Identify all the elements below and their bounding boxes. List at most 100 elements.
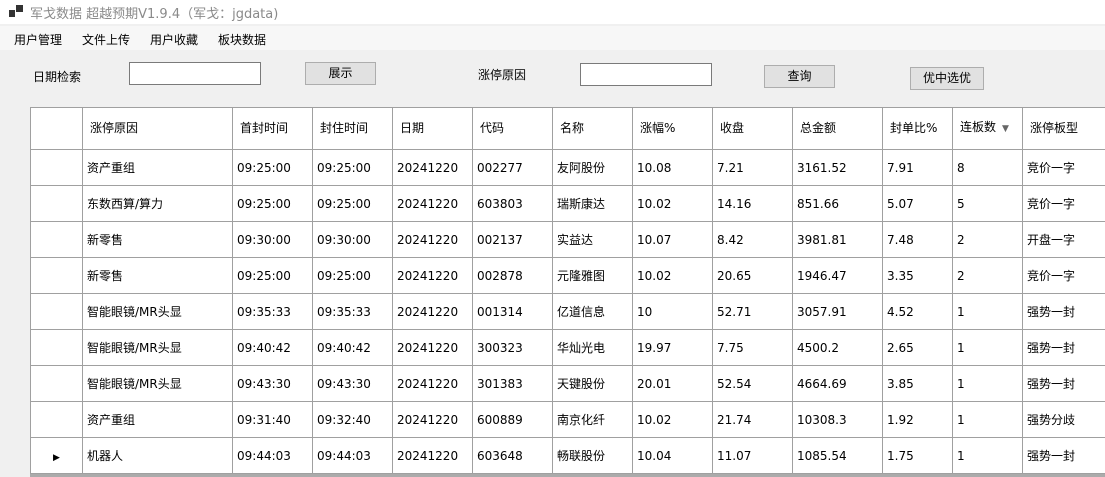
column-header-consecutive[interactable]: 连板数 ▼ xyxy=(952,107,1023,150)
column-header-date[interactable]: 日期 xyxy=(392,107,473,150)
cell-close[interactable]: 14.16 xyxy=(712,185,793,222)
cell-name[interactable]: 友阿股份 xyxy=(552,149,633,186)
cell-date[interactable]: 20241220 xyxy=(392,401,473,438)
cell-close[interactable]: 11.07 xyxy=(712,437,793,474)
cell-seal-ratio[interactable]: 1.75 xyxy=(882,437,953,474)
cell-first-seal-time[interactable]: 09:40:42 xyxy=(232,329,313,366)
table-row[interactable]: 新零售 09:25:00 09:25:00 20241220 002878 元隆雅图 10.… xyxy=(30,257,1105,294)
cell-seal-time[interactable]: 09:32:40 xyxy=(312,401,393,438)
reason-input[interactable] xyxy=(580,63,712,86)
cell-close[interactable]: 52.54 xyxy=(712,365,793,402)
cell-date[interactable]: 20241220 xyxy=(392,149,473,186)
cell-first-seal-time[interactable]: 09:43:30 xyxy=(232,365,313,402)
menu-user-management[interactable]: 用户管理 xyxy=(14,31,62,48)
cell-first-seal-time[interactable]: 09:30:00 xyxy=(232,221,313,258)
cell-reason[interactable]: 智能眼镜/MR头显 xyxy=(82,293,233,330)
cell-total-amount[interactable]: 3161.52 xyxy=(792,149,883,186)
cell-seal-ratio[interactable]: 2.65 xyxy=(882,329,953,366)
cell-first-seal-time[interactable]: 09:35:33 xyxy=(232,293,313,330)
cell-close[interactable]: 52.71 xyxy=(712,293,793,330)
cell-board-type[interactable]: 竞价一字 xyxy=(1022,149,1105,186)
table-row[interactable]: 智能眼镜/MR头显 09:40:42 09:40:42 20241220 300323 华… xyxy=(30,329,1105,366)
cell-code[interactable]: 603648 xyxy=(472,437,553,474)
cell-first-seal-time[interactable]: 09:25:00 xyxy=(232,149,313,186)
cell-date[interactable]: 20241220 xyxy=(392,365,473,402)
row-header[interactable] xyxy=(30,149,83,186)
cell-consecutive[interactable]: 5 xyxy=(952,185,1023,222)
cell-reason[interactable]: 智能眼镜/MR头显 xyxy=(82,365,233,402)
cell-code[interactable]: 001314 xyxy=(472,293,553,330)
cell-reason[interactable]: 智能眼镜/MR头显 xyxy=(82,329,233,366)
table-row[interactable]: 智能眼镜/MR头显 09:43:30 09:43:30 20241220 301383 天… xyxy=(30,365,1105,402)
cell-name[interactable]: 天键股份 xyxy=(552,365,633,402)
cell-board-type[interactable]: 强势分歧 xyxy=(1022,401,1105,438)
select-best-button[interactable]: 优中选优 xyxy=(910,67,984,90)
cell-consecutive[interactable]: 8 xyxy=(952,149,1023,186)
cell-seal-time[interactable]: 09:25:00 xyxy=(312,149,393,186)
cell-total-amount[interactable]: 1085.54 xyxy=(792,437,883,474)
column-header-board-type[interactable]: 涨停板型 xyxy=(1022,107,1105,150)
cell-consecutive[interactable]: 1 xyxy=(952,329,1023,366)
cell-change-pct[interactable]: 10.04 xyxy=(632,437,713,474)
cell-seal-ratio[interactable]: 5.07 xyxy=(882,185,953,222)
column-header-code[interactable]: 代码 xyxy=(472,107,553,150)
cell-date[interactable]: 20241220 xyxy=(392,221,473,258)
cell-consecutive[interactable]: 1 xyxy=(952,365,1023,402)
cell-date[interactable]: 20241220 xyxy=(392,185,473,222)
cell-consecutive[interactable]: 1 xyxy=(952,437,1023,474)
cell-total-amount[interactable]: 851.66 xyxy=(792,185,883,222)
column-header-reason[interactable]: 涨停原因 xyxy=(82,107,233,150)
cell-consecutive[interactable]: 1 xyxy=(952,293,1023,330)
cell-change-pct[interactable]: 20.01 xyxy=(632,365,713,402)
cell-board-type[interactable]: 强势一封 xyxy=(1022,329,1105,366)
cell-first-seal-time[interactable]: 09:44:03 xyxy=(232,437,313,474)
cell-first-seal-time[interactable]: 09:25:00 xyxy=(232,257,313,294)
query-button[interactable]: 查询 xyxy=(764,65,835,88)
cell-change-pct[interactable]: 10 xyxy=(632,293,713,330)
cell-change-pct[interactable]: 10.07 xyxy=(632,221,713,258)
cell-close[interactable]: 20.65 xyxy=(712,257,793,294)
table-row[interactable]: 资产重组 09:31:40 09:32:40 20241220 600889 南京化纤 10… xyxy=(30,401,1105,438)
cell-name[interactable]: 瑞斯康达 xyxy=(552,185,633,222)
cell-date[interactable]: 20241220 xyxy=(392,437,473,474)
menu-file-upload[interactable]: 文件上传 xyxy=(82,31,130,48)
cell-seal-ratio[interactable]: 7.91 xyxy=(882,149,953,186)
row-header[interactable] xyxy=(30,329,83,366)
cell-code[interactable]: 002878 xyxy=(472,257,553,294)
table-row[interactable]: ▶ 机器人 09:44:03 09:44:03 20241220 603648 畅联股份 10… xyxy=(30,437,1105,474)
column-header-close[interactable]: 收盘 xyxy=(712,107,793,150)
row-header[interactable] xyxy=(30,365,83,402)
cell-seal-time[interactable]: 09:35:33 xyxy=(312,293,393,330)
row-header[interactable] xyxy=(30,185,83,222)
column-header-seal-time[interactable]: 封住时间 xyxy=(312,107,393,150)
cell-change-pct[interactable]: 19.97 xyxy=(632,329,713,366)
column-header-change-pct[interactable]: 涨幅% xyxy=(632,107,713,150)
cell-first-seal-time[interactable]: 09:25:00 xyxy=(232,185,313,222)
cell-seal-ratio[interactable]: 7.48 xyxy=(882,221,953,258)
cell-first-seal-time[interactable]: 09:31:40 xyxy=(232,401,313,438)
row-header[interactable] xyxy=(30,257,83,294)
cell-board-type[interactable]: 开盘一字 xyxy=(1022,221,1105,258)
cell-seal-ratio[interactable]: 4.52 xyxy=(882,293,953,330)
menu-user-favorites[interactable]: 用户收藏 xyxy=(150,31,198,48)
cell-name[interactable]: 实益达 xyxy=(552,221,633,258)
cell-date[interactable]: 20241220 xyxy=(392,329,473,366)
cell-code[interactable]: 600889 xyxy=(472,401,553,438)
cell-board-type[interactable]: 强势一封 xyxy=(1022,293,1105,330)
cell-change-pct[interactable]: 10.02 xyxy=(632,185,713,222)
cell-total-amount[interactable]: 4664.69 xyxy=(792,365,883,402)
cell-seal-time[interactable]: 09:40:42 xyxy=(312,329,393,366)
cell-board-type[interactable]: 竞价一字 xyxy=(1022,185,1105,222)
table-row[interactable]: 资产重组 09:25:00 09:25:00 20241220 002277 友阿股份 10… xyxy=(30,149,1105,186)
cell-seal-time[interactable]: 09:44:03 xyxy=(312,437,393,474)
cell-consecutive[interactable]: 2 xyxy=(952,257,1023,294)
cell-code[interactable]: 002137 xyxy=(472,221,553,258)
cell-reason[interactable]: 新零售 xyxy=(82,221,233,258)
cell-close[interactable]: 7.21 xyxy=(712,149,793,186)
cell-name[interactable]: 南京化纤 xyxy=(552,401,633,438)
cell-consecutive[interactable]: 2 xyxy=(952,221,1023,258)
cell-consecutive[interactable]: 1 xyxy=(952,401,1023,438)
cell-total-amount[interactable]: 10308.3 xyxy=(792,401,883,438)
cell-board-type[interactable]: 竞价一字 xyxy=(1022,257,1105,294)
cell-name[interactable]: 元隆雅图 xyxy=(552,257,633,294)
